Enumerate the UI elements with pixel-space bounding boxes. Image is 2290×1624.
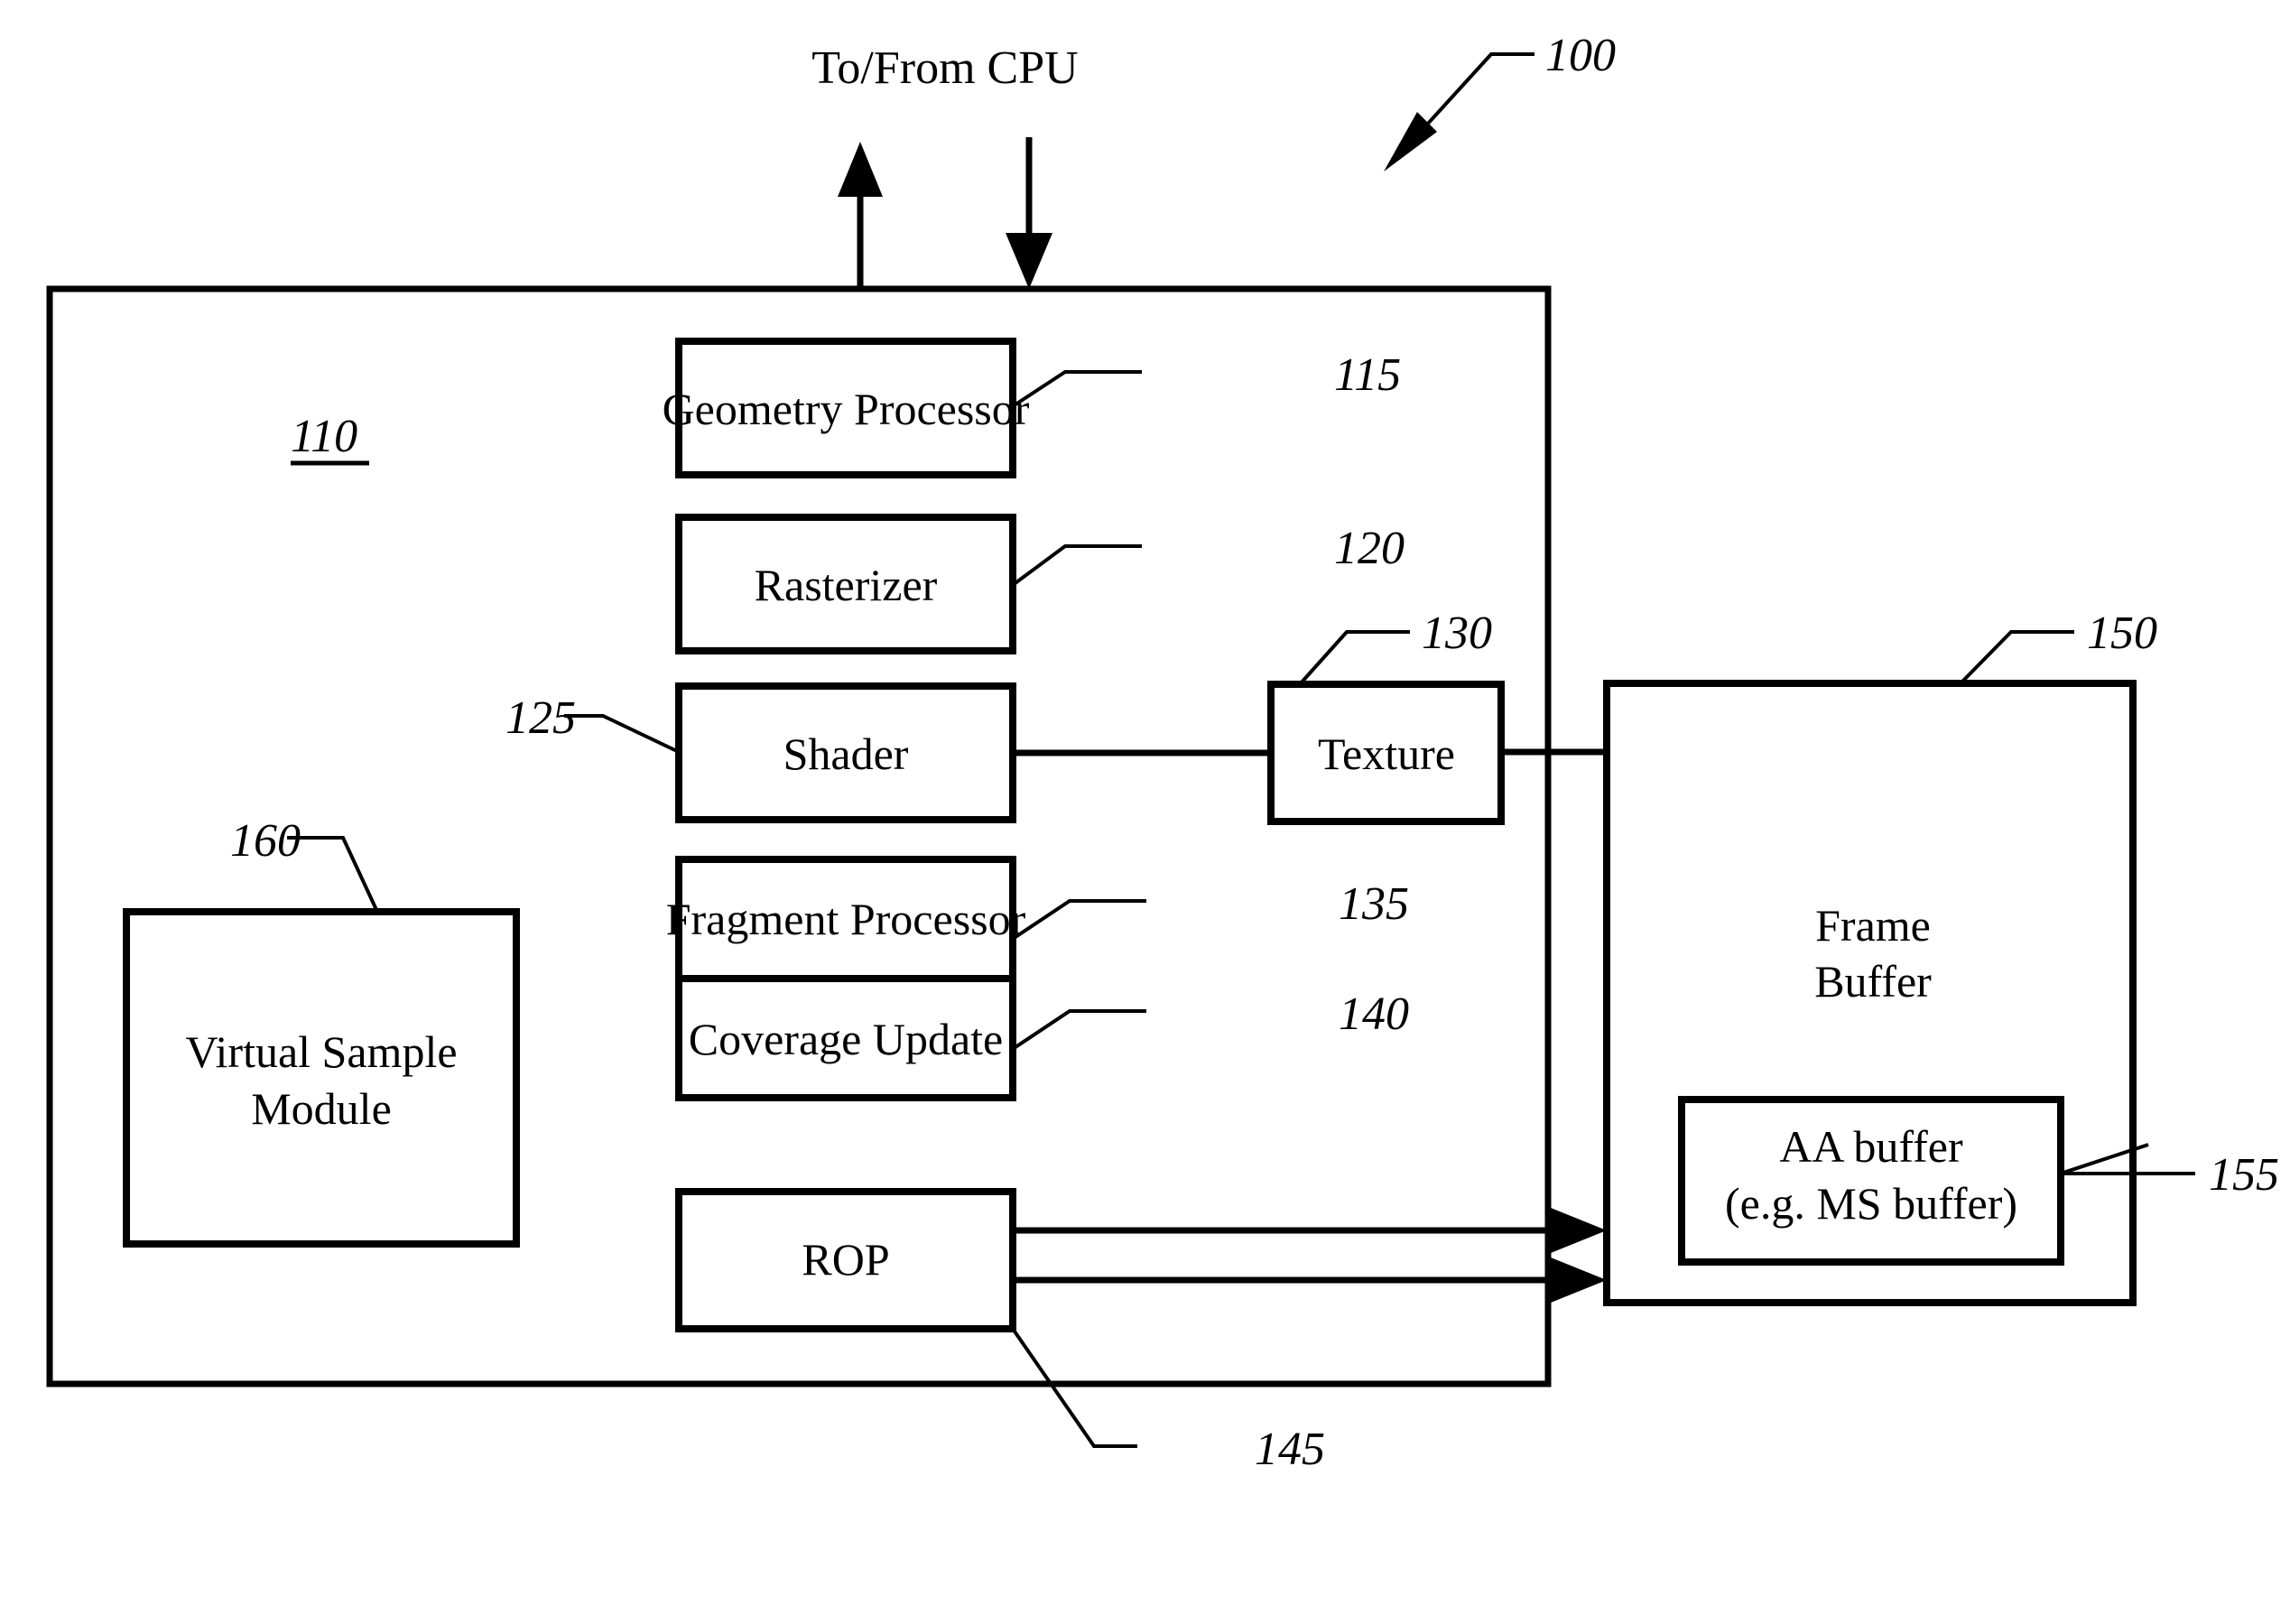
virtual-sample-module-label-line2: Module bbox=[251, 1083, 392, 1134]
figure-canvas: To/From CPU Geometry Processor Rasterize… bbox=[46, 30, 2279, 1475]
rop-to-framebuffer-arrow-2 bbox=[1551, 1257, 1607, 1303]
rop-to-framebuffer-arrow-1 bbox=[1551, 1208, 1607, 1253]
aa-buffer-label-line1: AA buffer bbox=[1779, 1121, 1963, 1172]
frame-buffer-label-line1: Frame bbox=[1815, 900, 1931, 951]
from-cpu-arrow-head bbox=[1006, 233, 1052, 289]
geometry-processor-label: Geometry Processor bbox=[663, 384, 1030, 434]
rop-label: ROP bbox=[802, 1234, 889, 1285]
ref-numeral-160: 160 bbox=[230, 815, 301, 867]
ref-numeral-135: 135 bbox=[1339, 878, 1409, 930]
fragment-processor-label: Fragment Processor bbox=[666, 894, 1026, 944]
virtual-sample-module-box bbox=[123, 908, 520, 1248]
leader-100 bbox=[1415, 52, 1534, 137]
ref-numeral-155: 155 bbox=[2209, 1149, 2279, 1201]
ref-numeral-130: 130 bbox=[1422, 608, 1492, 659]
virtual-sample-module-label-line1: Virtual Sample bbox=[185, 1026, 457, 1077]
coverage-update-label: Coverage Update bbox=[689, 1014, 1003, 1064]
ref-numeral-100: 100 bbox=[1545, 30, 1616, 81]
shader-label: Shader bbox=[783, 728, 909, 779]
ref-numeral-110: 110 bbox=[291, 411, 357, 462]
to-cpu-arrow-head bbox=[838, 142, 883, 197]
texture-label: Texture bbox=[1318, 728, 1455, 779]
leader-150 bbox=[1959, 630, 2074, 685]
ref-numeral-140: 140 bbox=[1339, 988, 1409, 1040]
frame-buffer-label-line2: Buffer bbox=[1814, 956, 1932, 1007]
ref-numeral-115: 115 bbox=[1334, 349, 1401, 401]
ref-numeral-145: 145 bbox=[1255, 1424, 1325, 1475]
ref-numeral-120: 120 bbox=[1334, 523, 1405, 574]
aa-buffer-label-line2: (e.g. MS buffer) bbox=[1725, 1178, 2017, 1229]
ref-numeral-150: 150 bbox=[2087, 608, 2157, 659]
ref-numeral-125: 125 bbox=[505, 692, 576, 744]
patent-figure: To/From CPU Geometry Processor Rasterize… bbox=[0, 0, 2290, 1624]
rasterizer-label: Rasterizer bbox=[755, 560, 938, 610]
to-from-cpu-label: To/From CPU bbox=[811, 42, 1078, 94]
